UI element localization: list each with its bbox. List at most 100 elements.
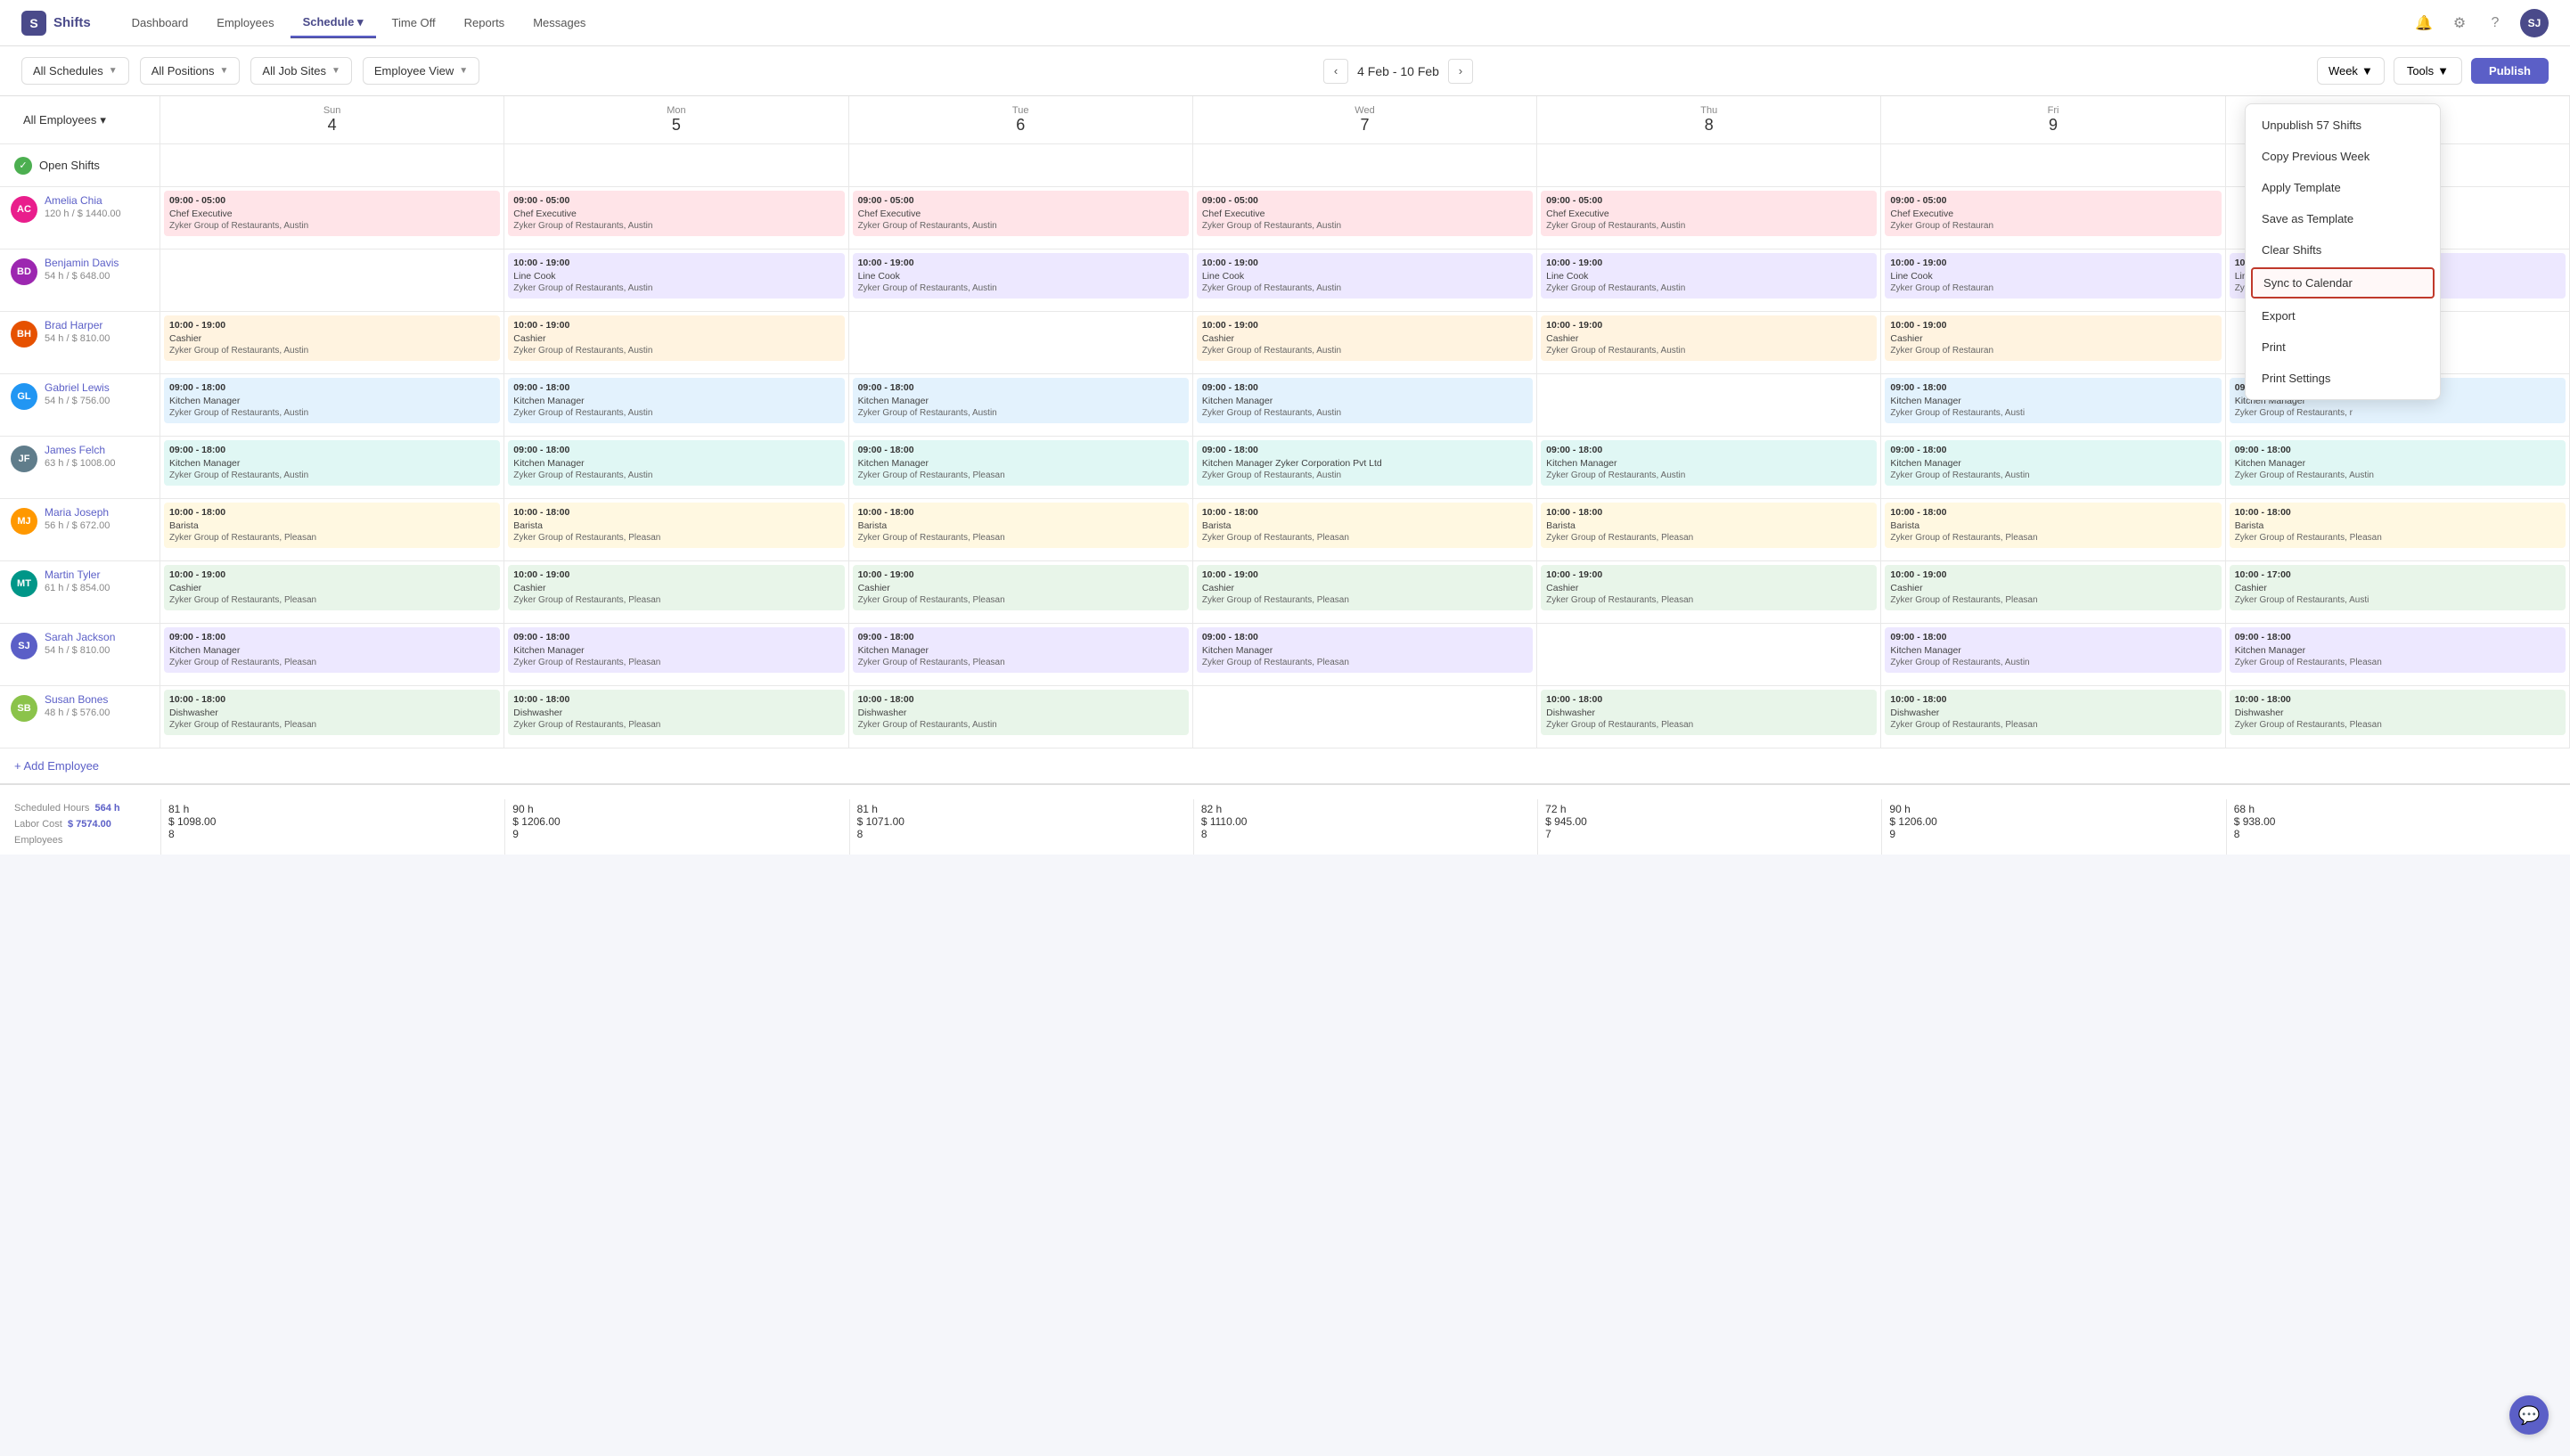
date-range-label[interactable]: 4 Feb - 10 Feb bbox=[1357, 64, 1439, 78]
shift-block-sb-day6[interactable]: 10:00 - 18:00DishwasherZyker Group of Re… bbox=[2230, 690, 2566, 735]
shift-block-gl-day1[interactable]: 09:00 - 18:00Kitchen ManagerZyker Group … bbox=[508, 378, 844, 423]
shift-block-mt-day2[interactable]: 10:00 - 19:00CashierZyker Group of Resta… bbox=[853, 565, 1189, 610]
shift-cell-gl-day2[interactable]: 09:00 - 18:00Kitchen ManagerZyker Group … bbox=[849, 374, 1193, 436]
shift-block-mt-day5[interactable]: 10:00 - 19:00CashierZyker Group of Resta… bbox=[1885, 565, 2221, 610]
shift-cell-jf-day1[interactable]: 09:00 - 18:00Kitchen ManagerZyker Group … bbox=[504, 437, 848, 498]
shift-block-jf-day1[interactable]: 09:00 - 18:00Kitchen ManagerZyker Group … bbox=[508, 440, 844, 486]
shift-block-jf-day6[interactable]: 09:00 - 18:00Kitchen ManagerZyker Group … bbox=[2230, 440, 2566, 486]
publish-button[interactable]: Publish bbox=[2471, 58, 2549, 84]
employee-view-button[interactable]: Employee View ▼ bbox=[363, 57, 479, 85]
shift-cell-ac-day5[interactable]: 09:00 - 05:00Chef ExecutiveZyker Group o… bbox=[1881, 187, 2225, 249]
shift-block-mt-day6[interactable]: 10:00 - 17:00CashierZyker Group of Resta… bbox=[2230, 565, 2566, 610]
shift-block-mj-day1[interactable]: 10:00 - 18:00BaristaZyker Group of Resta… bbox=[508, 503, 844, 548]
user-avatar[interactable]: SJ bbox=[2520, 9, 2549, 37]
shift-block-mj-day0[interactable]: 10:00 - 18:00BaristaZyker Group of Resta… bbox=[164, 503, 500, 548]
shift-block-sj-day5[interactable]: 09:00 - 18:00Kitchen ManagerZyker Group … bbox=[1885, 627, 2221, 673]
shift-block-sj-day6[interactable]: 09:00 - 18:00Kitchen ManagerZyker Group … bbox=[2230, 627, 2566, 673]
shift-cell-sb-day4[interactable]: 10:00 - 18:00DishwasherZyker Group of Re… bbox=[1537, 686, 1881, 748]
shift-block-sb-day5[interactable]: 10:00 - 18:00DishwasherZyker Group of Re… bbox=[1885, 690, 2221, 735]
shift-block-bd-day2[interactable]: 10:00 - 19:00Line CookZyker Group of Res… bbox=[853, 253, 1189, 299]
shift-cell-sb-day1[interactable]: 10:00 - 18:00DishwasherZyker Group of Re… bbox=[504, 686, 848, 748]
tools-button[interactable]: Tools ▼ bbox=[2394, 57, 2462, 85]
shift-cell-bd-day3[interactable]: 10:00 - 19:00Line CookZyker Group of Res… bbox=[1193, 249, 1537, 311]
shift-cell-ac-day3[interactable]: 09:00 - 05:00Chef ExecutiveZyker Group o… bbox=[1193, 187, 1537, 249]
nav-messages[interactable]: Messages bbox=[520, 9, 598, 37]
shift-block-sb-day4[interactable]: 10:00 - 18:00DishwasherZyker Group of Re… bbox=[1541, 690, 1877, 735]
shift-cell-sb-day6[interactable]: 10:00 - 18:00DishwasherZyker Group of Re… bbox=[2226, 686, 2570, 748]
shift-block-bh-day5[interactable]: 10:00 - 19:00CashierZyker Group of Resta… bbox=[1885, 315, 2221, 361]
shift-cell-mj-day0[interactable]: 10:00 - 18:00BaristaZyker Group of Resta… bbox=[160, 499, 504, 560]
shift-cell-bh-day1[interactable]: 10:00 - 19:00CashierZyker Group of Resta… bbox=[504, 312, 848, 373]
shift-cell-bh-day5[interactable]: 10:00 - 19:00CashierZyker Group of Resta… bbox=[1881, 312, 2225, 373]
shift-block-mj-day4[interactable]: 10:00 - 18:00BaristaZyker Group of Resta… bbox=[1541, 503, 1877, 548]
shift-block-bh-day1[interactable]: 10:00 - 19:00CashierZyker Group of Resta… bbox=[508, 315, 844, 361]
notification-icon[interactable]: 🔔 bbox=[2413, 12, 2435, 34]
shift-block-sj-day0[interactable]: 09:00 - 18:00Kitchen ManagerZyker Group … bbox=[164, 627, 500, 673]
shift-cell-sj-day0[interactable]: 09:00 - 18:00Kitchen ManagerZyker Group … bbox=[160, 624, 504, 685]
shift-block-sb-day2[interactable]: 10:00 - 18:00DishwasherZyker Group of Re… bbox=[853, 690, 1189, 735]
shift-cell-sb-day0[interactable]: 10:00 - 18:00DishwasherZyker Group of Re… bbox=[160, 686, 504, 748]
shift-cell-mj-day6[interactable]: 10:00 - 18:00BaristaZyker Group of Resta… bbox=[2226, 499, 2570, 560]
menu-apply-template[interactable]: Apply Template bbox=[2246, 172, 2440, 203]
shift-block-gl-day2[interactable]: 09:00 - 18:00Kitchen ManagerZyker Group … bbox=[853, 378, 1189, 423]
employee-name-jf[interactable]: James Felch bbox=[45, 444, 116, 456]
nav-dashboard[interactable]: Dashboard bbox=[119, 9, 201, 37]
shift-cell-gl-day0[interactable]: 09:00 - 18:00Kitchen ManagerZyker Group … bbox=[160, 374, 504, 436]
menu-unpublish-shifts[interactable]: Unpublish 57 Shifts bbox=[2246, 110, 2440, 141]
add-employee-button[interactable]: + Add Employee bbox=[14, 759, 99, 773]
prev-week-button[interactable]: ‹ bbox=[1323, 59, 1348, 84]
shift-cell-bh-day4[interactable]: 10:00 - 19:00CashierZyker Group of Resta… bbox=[1537, 312, 1881, 373]
shift-block-jf-day3[interactable]: 09:00 - 18:00Kitchen Manager Zyker Corpo… bbox=[1197, 440, 1533, 486]
shift-cell-sj-day4[interactable] bbox=[1537, 624, 1881, 685]
shift-block-jf-day2[interactable]: 09:00 - 18:00Kitchen ManagerZyker Group … bbox=[853, 440, 1189, 486]
shift-cell-sj-day2[interactable]: 09:00 - 18:00Kitchen ManagerZyker Group … bbox=[849, 624, 1193, 685]
shift-block-sj-day1[interactable]: 09:00 - 18:00Kitchen ManagerZyker Group … bbox=[508, 627, 844, 673]
shift-cell-mj-day3[interactable]: 10:00 - 18:00BaristaZyker Group of Resta… bbox=[1193, 499, 1537, 560]
shift-cell-mt-day4[interactable]: 10:00 - 19:00CashierZyker Group of Resta… bbox=[1537, 561, 1881, 623]
nav-employees[interactable]: Employees bbox=[204, 9, 286, 37]
shift-cell-gl-day5[interactable]: 09:00 - 18:00Kitchen ManagerZyker Group … bbox=[1881, 374, 2225, 436]
shift-block-sb-day0[interactable]: 10:00 - 18:00DishwasherZyker Group of Re… bbox=[164, 690, 500, 735]
menu-clear-shifts[interactable]: Clear Shifts bbox=[2246, 234, 2440, 266]
employee-name-sj[interactable]: Sarah Jackson bbox=[45, 631, 115, 643]
shift-block-gl-day3[interactable]: 09:00 - 18:00Kitchen ManagerZyker Group … bbox=[1197, 378, 1533, 423]
shift-block-ac-day0[interactable]: 09:00 - 05:00Chef ExecutiveZyker Group o… bbox=[164, 191, 500, 236]
shift-block-ac-day4[interactable]: 09:00 - 05:00Chef ExecutiveZyker Group o… bbox=[1541, 191, 1877, 236]
open-shifts-thu[interactable] bbox=[1537, 144, 1881, 186]
shift-cell-sj-day3[interactable]: 09:00 - 18:00Kitchen ManagerZyker Group … bbox=[1193, 624, 1537, 685]
shift-block-mj-day6[interactable]: 10:00 - 18:00BaristaZyker Group of Resta… bbox=[2230, 503, 2566, 548]
shift-block-bh-day4[interactable]: 10:00 - 19:00CashierZyker Group of Resta… bbox=[1541, 315, 1877, 361]
nav-reports[interactable]: Reports bbox=[452, 9, 518, 37]
open-shifts-mon[interactable] bbox=[504, 144, 848, 186]
shift-cell-jf-day3[interactable]: 09:00 - 18:00Kitchen Manager Zyker Corpo… bbox=[1193, 437, 1537, 498]
shift-cell-gl-day3[interactable]: 09:00 - 18:00Kitchen ManagerZyker Group … bbox=[1193, 374, 1537, 436]
all-schedules-button[interactable]: All Schedules ▼ bbox=[21, 57, 129, 85]
shift-cell-jf-day0[interactable]: 09:00 - 18:00Kitchen ManagerZyker Group … bbox=[160, 437, 504, 498]
shift-block-sj-day3[interactable]: 09:00 - 18:00Kitchen ManagerZyker Group … bbox=[1197, 627, 1533, 673]
employee-name-mt[interactable]: Martin Tyler bbox=[45, 568, 110, 581]
open-shifts-fri[interactable] bbox=[1881, 144, 2225, 186]
shift-cell-mt-day0[interactable]: 10:00 - 19:00CashierZyker Group of Resta… bbox=[160, 561, 504, 623]
shift-cell-bd-day1[interactable]: 10:00 - 19:00Line CookZyker Group of Res… bbox=[504, 249, 848, 311]
shift-block-bd-day5[interactable]: 10:00 - 19:00Line CookZyker Group of Res… bbox=[1885, 253, 2221, 299]
shift-cell-bh-day3[interactable]: 10:00 - 19:00CashierZyker Group of Resta… bbox=[1193, 312, 1537, 373]
shift-cell-ac-day1[interactable]: 09:00 - 05:00Chef ExecutiveZyker Group o… bbox=[504, 187, 848, 249]
shift-cell-ac-day4[interactable]: 09:00 - 05:00Chef ExecutiveZyker Group o… bbox=[1537, 187, 1881, 249]
menu-sync-calendar[interactable]: Sync to Calendar bbox=[2251, 267, 2435, 299]
all-employees-filter[interactable]: All Employees ▾ bbox=[14, 108, 115, 133]
employee-name-mj[interactable]: Maria Joseph bbox=[45, 506, 110, 519]
shift-block-sb-day1[interactable]: 10:00 - 18:00DishwasherZyker Group of Re… bbox=[508, 690, 844, 735]
shift-cell-mj-day2[interactable]: 10:00 - 18:00BaristaZyker Group of Resta… bbox=[849, 499, 1193, 560]
shift-block-mt-day1[interactable]: 10:00 - 19:00CashierZyker Group of Resta… bbox=[508, 565, 844, 610]
shift-block-bd-day4[interactable]: 10:00 - 19:00Line CookZyker Group of Res… bbox=[1541, 253, 1877, 299]
shift-block-ac-day5[interactable]: 09:00 - 05:00Chef ExecutiveZyker Group o… bbox=[1885, 191, 2221, 236]
shift-block-mj-day3[interactable]: 10:00 - 18:00BaristaZyker Group of Resta… bbox=[1197, 503, 1533, 548]
shift-block-mj-day5[interactable]: 10:00 - 18:00BaristaZyker Group of Resta… bbox=[1885, 503, 2221, 548]
chat-button[interactable]: 💬 bbox=[2509, 1395, 2549, 1435]
shift-block-bd-day3[interactable]: 10:00 - 19:00Line CookZyker Group of Res… bbox=[1197, 253, 1533, 299]
shift-cell-sb-day5[interactable]: 10:00 - 18:00DishwasherZyker Group of Re… bbox=[1881, 686, 2225, 748]
shift-block-jf-day0[interactable]: 09:00 - 18:00Kitchen ManagerZyker Group … bbox=[164, 440, 500, 486]
shift-cell-mt-day1[interactable]: 10:00 - 19:00CashierZyker Group of Resta… bbox=[504, 561, 848, 623]
shift-block-mj-day2[interactable]: 10:00 - 18:00BaristaZyker Group of Resta… bbox=[853, 503, 1189, 548]
open-shifts-sun[interactable] bbox=[160, 144, 504, 186]
